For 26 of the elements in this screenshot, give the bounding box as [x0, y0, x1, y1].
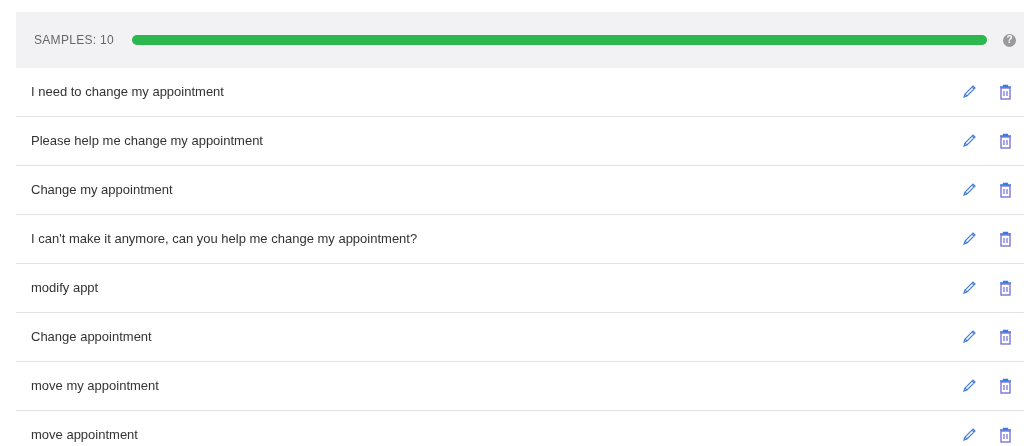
edit-icon[interactable] — [961, 84, 977, 100]
trash-icon[interactable] — [999, 280, 1012, 296]
edit-icon[interactable] — [961, 133, 977, 149]
edit-icon[interactable] — [961, 231, 977, 247]
edit-icon[interactable] — [961, 280, 977, 296]
trash-icon[interactable] — [999, 427, 1012, 443]
edit-icon[interactable] — [961, 378, 977, 394]
edit-icon[interactable] — [961, 427, 977, 443]
sample-text: move my appointment — [31, 377, 160, 396]
trash-icon[interactable] — [999, 84, 1012, 100]
sample-text: Change my appointment — [31, 181, 174, 200]
trash-icon[interactable] — [999, 231, 1012, 247]
sample-text: Please help me change my appointment — [31, 132, 264, 151]
sample-text: Change appointment — [31, 328, 153, 347]
trash-icon[interactable] — [999, 329, 1012, 345]
edit-icon[interactable] — [961, 329, 977, 345]
help-icon[interactable]: ? — [1003, 33, 1016, 47]
sample-text: modify appt — [31, 279, 100, 298]
trash-icon[interactable] — [999, 378, 1012, 394]
samples-count: SAMPLES: 10 — [34, 32, 114, 49]
sample-text: I need to change my appointment — [31, 83, 225, 102]
trash-icon[interactable] — [999, 182, 1012, 198]
sample-text: I can't make it anymore, can you help me change my appointment? — [31, 230, 419, 249]
edit-icon[interactable] — [961, 182, 977, 198]
trash-icon[interactable] — [999, 133, 1012, 149]
sample-text: move appointment — [31, 426, 139, 445]
